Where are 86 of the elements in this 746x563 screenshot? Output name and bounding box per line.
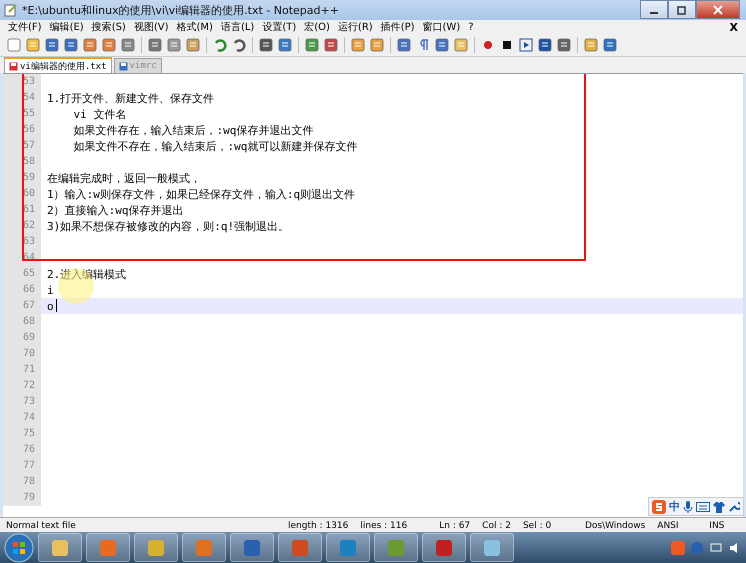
selection-count: Sel : 0 <box>522 520 552 530</box>
line-number: 60 <box>3 186 41 202</box>
menu-item[interactable]: 窗口(W) <box>418 20 464 34</box>
line-number: 61 <box>3 202 41 218</box>
code-line: 2）直接输入:wq保存并退出 <box>46 202 184 218</box>
restore-icon <box>677 4 687 14</box>
window-title: *E:\ubuntu和linux的使用\vi\vi编辑器的使用.txt - Notepad++ <box>22 2 340 18</box>
length-count: length : 1316 <box>287 520 350 530</box>
start-button[interactable] <box>4 532 34 562</box>
keyboard-icon[interactable] <box>696 502 710 512</box>
code-line: o <box>46 300 54 312</box>
line-count: lines : 116 <box>359 520 408 530</box>
code-line: 1）输入:w则保存文件，如果已经保存文件，输入:q则退出文件 <box>46 186 356 202</box>
menu-item[interactable]: 文件(F) <box>4 20 46 34</box>
menu-item[interactable]: 格式(M) <box>172 20 217 34</box>
taskbar-app[interactable] <box>326 533 370 562</box>
menu-item[interactable]: 编辑(E) <box>46 20 88 34</box>
menu-item[interactable]: ? <box>464 22 478 32</box>
restore-button[interactable] <box>668 0 696 19</box>
menu-item[interactable]: 搜索(S) <box>88 20 130 34</box>
minimize-button[interactable] <box>640 0 668 19</box>
line-number: 78 <box>3 474 41 490</box>
encoding: ANSI <box>656 520 680 530</box>
line-number: 71 <box>3 362 41 378</box>
line-number: 57 <box>3 138 41 154</box>
microphone-icon[interactable] <box>683 500 693 512</box>
close-button[interactable] <box>696 0 740 19</box>
code-line: 在编辑完成时，返回一般模式， <box>46 170 201 186</box>
line-number: 58 <box>3 154 41 170</box>
taskbar-app[interactable] <box>86 533 130 562</box>
taskbar-app[interactable] <box>134 533 178 562</box>
line-number: 56 <box>3 122 41 138</box>
line-number: 76 <box>3 442 41 458</box>
taskbar-app[interactable] <box>38 533 82 562</box>
code-line: 3)如果不想保存被修改的内容，则:q!强制退出。 <box>46 218 290 234</box>
menu-item[interactable]: 宏(O) <box>300 20 334 34</box>
input-mode-toggle[interactable]: 中 <box>669 499 680 514</box>
text-caret <box>56 299 57 312</box>
line-number: 53 <box>3 74 41 90</box>
menu-item[interactable]: 运行(R) <box>334 20 377 34</box>
taskbar-app[interactable] <box>230 533 274 562</box>
line-number: 68 <box>3 314 41 330</box>
redo-icon[interactable] <box>231 37 247 53</box>
line-number: 66 <box>3 282 41 298</box>
code-line: 如果文件不存在，输入结束后，:wq就可以新建并保存文件 <box>72 138 358 154</box>
menu-item[interactable]: 插件(P) <box>376 20 419 34</box>
line-ending: Dos\Windows <box>584 520 646 530</box>
line-number: 69 <box>3 330 41 346</box>
line-number: 54 <box>3 90 41 106</box>
code-line: 1.打开文件、新建文件、保存文件 <box>46 90 214 106</box>
line-number: 79 <box>3 490 41 506</box>
notepad-app-icon <box>4 3 18 17</box>
taskbar-app[interactable] <box>182 533 226 562</box>
insert-mode: INS <box>708 520 726 530</box>
taskbar-app[interactable] <box>374 533 418 562</box>
menu-item[interactable]: 视图(V) <box>130 20 172 34</box>
line-number: 77 <box>3 458 41 474</box>
line-number: 75 <box>3 426 41 442</box>
undo-icon[interactable] <box>212 37 228 53</box>
line-number: 70 <box>3 346 41 362</box>
line-number: 67 <box>3 298 41 314</box>
line-number: 62 <box>3 218 41 234</box>
minimize-icon <box>650 12 658 14</box>
line-number: 65 <box>3 266 41 282</box>
cursor-column: Col : 2 <box>476 520 517 530</box>
file-type: Normal text file <box>5 520 77 530</box>
play-icon[interactable] <box>518 37 534 53</box>
code-line: 2.进入编辑模式 <box>46 266 126 282</box>
line-number: 74 <box>3 410 41 426</box>
code-line: vi 文件名 <box>72 106 126 122</box>
close-document-button[interactable]: X <box>726 20 742 34</box>
line-number: 59 <box>3 170 41 186</box>
cursor-line: Ln : 67 <box>438 520 472 530</box>
taskbar-app[interactable] <box>470 533 514 562</box>
line-number: 63 <box>3 234 41 250</box>
code-line: i <box>46 284 54 296</box>
menu-item[interactable]: 设置(T) <box>258 20 300 34</box>
taskbar-app[interactable] <box>422 533 466 562</box>
line-number: 72 <box>3 378 41 394</box>
code-line: 如果文件存在，输入结束后，:wq保存并退出文件 <box>72 122 314 138</box>
line-number: 55 <box>3 106 41 122</box>
taskbar-app[interactable] <box>278 533 322 562</box>
file-tab[interactable]: vi编辑器的使用.txt <box>4 57 112 73</box>
menu-item[interactable]: 语言(L) <box>216 20 258 34</box>
shirt-icon[interactable] <box>713 500 725 512</box>
line-number: 73 <box>3 394 41 410</box>
